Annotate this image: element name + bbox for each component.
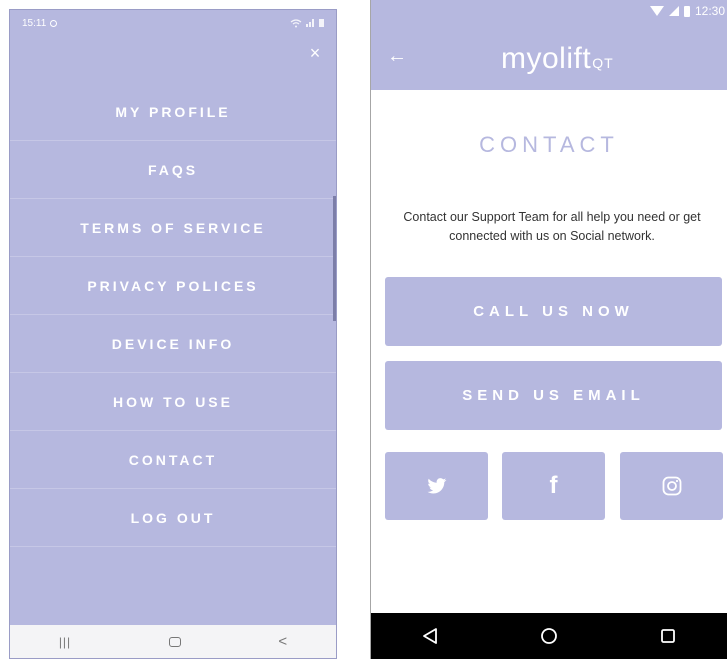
battery-icon (683, 5, 690, 17)
status-bar: 12:30 (649, 0, 727, 22)
email-button-label: SEND US EMAIL (462, 387, 645, 404)
close-icon: × (309, 43, 321, 63)
close-menu-button[interactable]: × (306, 44, 324, 62)
back-triangle-icon[interactable] (422, 627, 438, 645)
menu-item-my-profile[interactable]: MY PROFILE (10, 83, 336, 141)
screenshot-canvas: 15:11 × MY PROFILE FAQS TERMS OF SERVICE… (0, 0, 727, 659)
menu-item-label: PRIVACY POLICES (87, 277, 259, 294)
contact-screen: 12:30 ← myoliftQT CONTACT Contact our Su… (370, 0, 727, 659)
menu-item-how-to-use[interactable]: HOW TO USE (10, 373, 336, 431)
status-time: 15:11 (22, 17, 47, 29)
signal-icon (306, 19, 314, 27)
menu-item-terms-of-service[interactable]: TERMS OF SERVICE (10, 199, 336, 257)
menu-item-device-info[interactable]: DEVICE INFO (10, 315, 336, 373)
menu-item-label: MY PROFILE (115, 104, 231, 120)
overview-square-icon[interactable] (660, 628, 676, 644)
wifi-icon (649, 6, 664, 16)
wifi-icon (290, 18, 302, 27)
page-title: CONTACT (479, 132, 619, 157)
status-left: 15:11 (22, 17, 58, 29)
menu-item-label: TERMS OF SERVICE (80, 219, 266, 236)
instagram-button[interactable] (620, 452, 723, 520)
status-time: 12:30 (694, 4, 725, 18)
app-header: 12:30 ← myoliftQT (371, 0, 727, 90)
home-circle-icon[interactable] (540, 627, 558, 645)
notification-icon (50, 19, 58, 27)
menu-item-label: DEVICE INFO (111, 335, 235, 352)
android-nav-bar: ||| < (10, 625, 336, 658)
facebook-button[interactable]: f (502, 452, 605, 520)
send-us-email-button[interactable]: SEND US EMAIL (385, 361, 722, 430)
back-arrow-button[interactable]: ← (387, 46, 407, 66)
contact-description: Contact our Support Team for all help yo… (403, 210, 701, 243)
menu-item-log-out[interactable]: LOG OUT (10, 489, 336, 547)
menu-item-contact[interactable]: CONTACT (10, 431, 336, 489)
instagram-icon (662, 476, 681, 496)
call-button-label: CALL US NOW (473, 303, 634, 320)
logo-suffix: QT (592, 55, 614, 71)
menu-scrollbar[interactable] (333, 196, 336, 321)
app-logo: myoliftQT (501, 42, 614, 76)
menu-item-label: HOW TO USE (113, 393, 233, 410)
back-arrow-icon: ← (387, 45, 407, 67)
menu-item-privacy-polices[interactable]: PRIVACY POLICES (10, 257, 336, 315)
signal-icon (668, 6, 679, 16)
home-button[interactable] (168, 636, 181, 647)
android-nav-bar (371, 613, 727, 659)
twitter-icon (426, 478, 446, 494)
status-bar: 15:11 (10, 10, 336, 36)
battery-icon (319, 19, 324, 27)
menu-item-label: FAQS (147, 161, 199, 178)
menu-screen: 15:11 × MY PROFILE FAQS TERMS OF SERVICE… (9, 9, 337, 659)
logo-text: myolift (501, 42, 592, 75)
facebook-icon: f (549, 472, 558, 499)
call-us-now-button[interactable]: CALL US NOW (385, 277, 722, 346)
twitter-button[interactable] (385, 452, 488, 520)
menu-item-label: CONTACT (128, 451, 218, 468)
menu-item-faqs[interactable]: FAQS (10, 141, 336, 199)
status-right (290, 18, 324, 28)
back-button[interactable]: < (278, 633, 287, 650)
side-menu: MY PROFILE FAQS TERMS OF SERVICE PRIVACY… (10, 83, 336, 547)
recent-apps-button[interactable]: ||| (59, 635, 71, 649)
menu-item-label: LOG OUT (130, 509, 216, 526)
